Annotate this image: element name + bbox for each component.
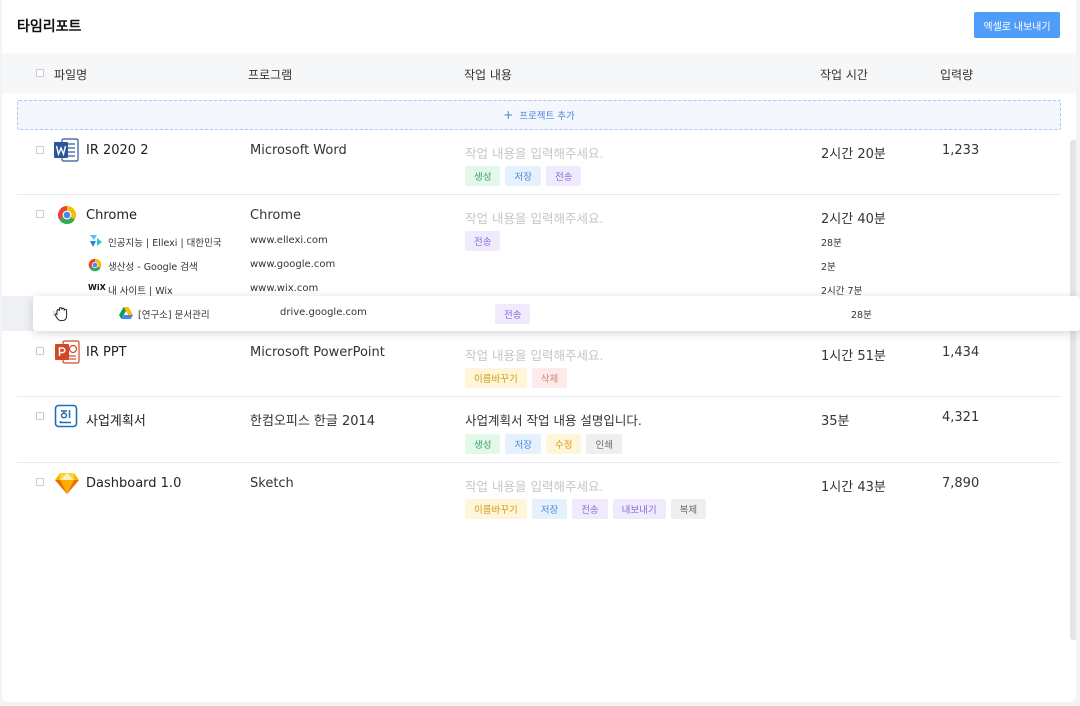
- sub-site-name[interactable]: 내 사이트 | Wix: [108, 283, 173, 297]
- export-excel-button[interactable]: 엑셀로 내보내기: [974, 12, 1060, 38]
- sub-site-url: www.google.com: [250, 259, 336, 270]
- add-project-dropzone[interactable]: + 프로젝트 추가: [17, 100, 1061, 130]
- tag-print[interactable]: 인쇄: [586, 434, 622, 454]
- scrollbar[interactable]: [1070, 140, 1076, 640]
- tag-rename[interactable]: 이름바꾸기: [465, 499, 527, 519]
- action-tags: 생성 저장 수정 인쇄: [465, 434, 622, 454]
- powerpoint-icon: [55, 340, 80, 364]
- tag-send[interactable]: 전송: [545, 166, 582, 186]
- input-count: 1,434: [942, 345, 980, 360]
- work-description-input[interactable]: 작업 내용을 입력해주세요.: [465, 345, 603, 364]
- sub-site-name[interactable]: 생산성 - Google 검색: [108, 259, 198, 273]
- work-description-input[interactable]: 작업 내용을 입력해주세요.: [465, 208, 603, 227]
- table-header: 파일명 프로그램 작업 내용 작업 시간 입력량: [2, 53, 1076, 93]
- dragging-time: 28분: [851, 310, 872, 321]
- sub-site-time: 28분: [821, 238, 842, 249]
- page-title: 타임리포트: [17, 19, 82, 35]
- plus-icon: +: [503, 108, 514, 122]
- dragging-row[interactable]: [연구소] 문서관리 drive.google.com 전송 28분: [33, 296, 1080, 331]
- tag-send: 전송: [495, 304, 531, 324]
- sub-site-time: 2시간 7분: [821, 286, 863, 297]
- action-tags: 생성 저장 전송: [465, 166, 582, 186]
- sub-site-url: www.wix.com: [250, 283, 319, 294]
- column-file[interactable]: 파일명: [54, 66, 87, 83]
- tag-export[interactable]: 내보내기: [612, 499, 666, 519]
- tag-create[interactable]: 생성: [465, 166, 501, 186]
- word-icon: [54, 138, 79, 162]
- select-all-checkbox[interactable]: [36, 69, 44, 77]
- file-name[interactable]: Dashboard 1.0: [86, 476, 181, 491]
- program-name: Chrome: [250, 208, 301, 223]
- input-count: 1,233: [942, 143, 980, 158]
- tag-edit[interactable]: 수정: [545, 434, 582, 454]
- file-name[interactable]: IR PPT: [86, 345, 127, 360]
- program-name: 한컴오피스 한글 2014: [250, 414, 376, 429]
- tag-save[interactable]: 저장: [505, 166, 541, 186]
- work-time: 1시간 51분: [821, 349, 886, 364]
- tag-create[interactable]: 생성: [465, 434, 501, 454]
- column-program[interactable]: 프로그램: [248, 66, 292, 83]
- program-name: Sketch: [250, 476, 294, 491]
- work-time: 2시간 20분: [821, 147, 886, 162]
- grab-hand-icon: [53, 307, 68, 322]
- tag-send[interactable]: 전송: [465, 231, 501, 251]
- sub-site-url: www.ellexi.com: [250, 235, 328, 246]
- sketch-icon: [55, 473, 79, 494]
- add-project-label: 프로젝트 추가: [519, 111, 575, 122]
- input-count: 7,890: [942, 476, 980, 491]
- row-checkbox[interactable]: [36, 478, 44, 486]
- time-report-panel: 타임리포트 엑셀로 내보내기 파일명 프로그램 작업 내용 작업 시간 입력량 …: [2, 0, 1076, 702]
- sub-site-name[interactable]: 인공지능 | Ellexi | 대한민국: [108, 235, 222, 249]
- google-icon: [88, 258, 102, 272]
- row-checkbox[interactable]: [36, 412, 44, 420]
- work-time: 1시간 43분: [821, 480, 886, 495]
- chrome-icon: [57, 206, 77, 225]
- action-tags: 이름바꾸기 삭제: [465, 368, 568, 388]
- tag-send[interactable]: 전송: [572, 499, 608, 519]
- input-count: 4,321: [942, 410, 980, 425]
- row-checkbox[interactable]: [36, 210, 44, 218]
- action-tags: 이름바꾸기 저장 전송 내보내기 복제: [465, 499, 707, 519]
- file-name[interactable]: Chrome: [86, 208, 137, 223]
- row-divider: [17, 396, 1061, 397]
- sub-site-time: 2분: [821, 262, 836, 273]
- row-divider: [17, 462, 1061, 463]
- row-checkbox[interactable]: [36, 347, 44, 355]
- column-time[interactable]: 작업 시간: [820, 66, 868, 83]
- work-time: 35분: [821, 414, 850, 429]
- row-divider: [17, 194, 1061, 195]
- row-checkbox[interactable]: [36, 146, 44, 154]
- tag-save[interactable]: 저장: [505, 434, 541, 454]
- wix-icon: WiX: [88, 283, 106, 292]
- google-drive-icon: [119, 307, 133, 319]
- work-time: 2시간 40분: [821, 212, 886, 227]
- drag-origin-strip: [2, 296, 34, 331]
- file-name[interactable]: 사업계획서: [86, 410, 146, 429]
- tag-copy[interactable]: 복제: [670, 499, 707, 519]
- work-description-input[interactable]: 작업 내용을 입력해주세요.: [465, 476, 603, 495]
- program-name: Microsoft PowerPoint: [250, 345, 385, 360]
- hangul-icon: [54, 404, 78, 428]
- tag-rename[interactable]: 이름바꾸기: [465, 368, 527, 388]
- tag-save[interactable]: 저장: [531, 499, 568, 519]
- work-description-input[interactable]: 사업계획서 작업 내용 설명입니다.: [465, 410, 642, 429]
- dragging-url: drive.google.com: [280, 307, 367, 318]
- work-description-input[interactable]: 작업 내용을 입력해주세요.: [465, 143, 603, 162]
- column-work[interactable]: 작업 내용: [464, 66, 512, 83]
- dragging-name: [연구소] 문서관리: [138, 310, 210, 321]
- ellexi-icon: [90, 235, 102, 247]
- tag-delete[interactable]: 삭제: [531, 368, 568, 388]
- column-count[interactable]: 입력량: [940, 66, 973, 83]
- program-name: Microsoft Word: [250, 143, 347, 158]
- file-name[interactable]: IR 2020 2: [86, 143, 149, 158]
- action-tags: 전송: [465, 231, 501, 251]
